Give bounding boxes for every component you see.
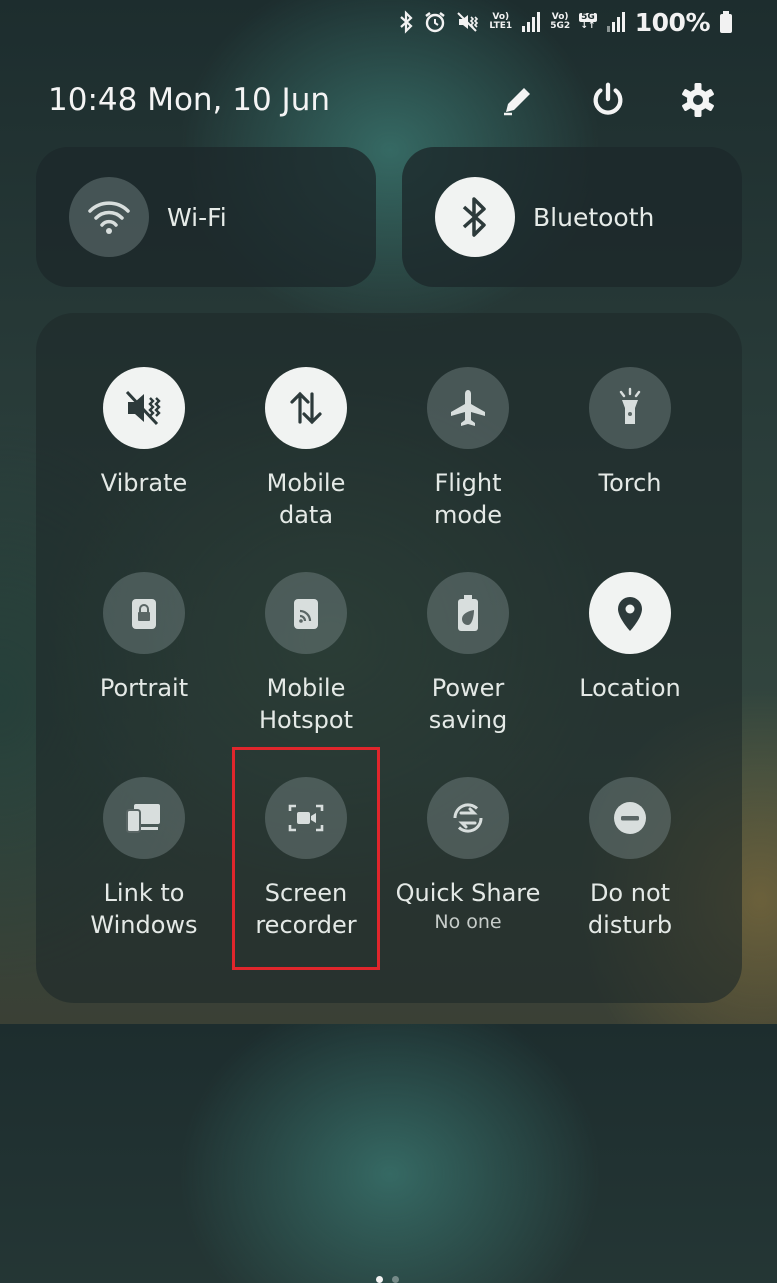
quick-settings-panel: Vibrate Mobile data Flight mode Torch Po…: [36, 313, 742, 1283]
portrait-lock-icon: [132, 599, 156, 629]
settings-button[interactable]: [679, 78, 717, 122]
bluetooth-label: Bluetooth: [533, 202, 655, 232]
flight-mode-label: Flight mode: [433, 469, 503, 529]
wifi-toggle[interactable]: [69, 177, 149, 257]
status-bar: Vo) LTE1 Vo) 5G2 5G ↓↑ 100%: [398, 7, 733, 37]
network-5g-badge: 5G ↓↑: [579, 12, 597, 31]
tile-mobile-data[interactable]: Mobile data: [225, 367, 387, 531]
page-dot-2[interactable]: [392, 1276, 399, 1283]
tile-location[interactable]: Location: [549, 572, 711, 704]
battery-percentage: 100%: [634, 7, 711, 37]
bluetooth-toggle[interactable]: [435, 177, 515, 257]
mobile-hotspot-label: Mobile Hotspot: [259, 674, 353, 734]
mobile-data-label: Mobile data: [266, 469, 346, 529]
bluetooth-tile[interactable]: Bluetooth: [402, 147, 742, 287]
torch-toggle[interactable]: [589, 367, 671, 449]
wifi-label: Wi-Fi: [167, 202, 227, 232]
wifi-icon: [88, 201, 130, 234]
vibrate-toggle[interactable]: [103, 367, 185, 449]
power-button[interactable]: [589, 78, 627, 122]
torch-icon: [619, 387, 641, 424]
portrait-label: Portrait: [99, 674, 189, 702]
location-toggle[interactable]: [589, 572, 671, 654]
pencil-icon: [504, 88, 530, 116]
power-saving-label: Power saving: [428, 674, 508, 734]
mute-vibrate-status-icon: [457, 12, 479, 32]
quick-share-toggle[interactable]: [427, 777, 509, 859]
flight-mode-toggle[interactable]: [427, 367, 509, 449]
tile-do-not-disturb[interactable]: Do not disturb: [549, 777, 711, 941]
tile-power-saving[interactable]: Power saving: [387, 572, 549, 736]
gear-icon: [682, 83, 714, 117]
header-actions: [499, 78, 717, 122]
tile-quick-share[interactable]: Quick Share No one: [387, 777, 549, 933]
edit-button[interactable]: [499, 78, 537, 122]
airplane-icon: [451, 390, 485, 426]
signal-sim1-icon: [522, 12, 541, 32]
tile-link-to-windows[interactable]: Link to Windows: [63, 777, 225, 941]
battery-icon: [720, 11, 732, 33]
date-time: 10:48 Mon, 10 Jun: [48, 82, 330, 118]
bluetooth-status-icon: [400, 10, 413, 34]
vibrate-label: Vibrate: [100, 469, 188, 497]
highlight-box: [232, 747, 380, 970]
wifi-tile[interactable]: Wi-Fi: [36, 147, 376, 287]
sim1-label: Vo) LTE1: [489, 12, 513, 31]
location-label: Location: [579, 674, 681, 702]
tile-mobile-hotspot[interactable]: Mobile Hotspot: [225, 572, 387, 736]
hotspot-icon: [294, 599, 318, 629]
page-indicator[interactable]: [376, 1276, 399, 1283]
link-to-windows-icon: [126, 804, 160, 833]
tile-portrait[interactable]: Portrait: [63, 572, 225, 704]
signal-sim2-icon: [606, 12, 625, 32]
mobile-data-icon: [290, 391, 322, 425]
power-saving-toggle[interactable]: [427, 572, 509, 654]
quick-share-icon: [453, 803, 483, 833]
bluetooth-icon: [462, 197, 486, 237]
link-to-windows-toggle[interactable]: [103, 777, 185, 859]
do-not-disturb-icon: [614, 802, 646, 834]
do-not-disturb-toggle[interactable]: [589, 777, 671, 859]
link-to-windows-label: Link to Windows: [90, 879, 198, 939]
torch-label: Torch: [598, 469, 662, 497]
mobile-data-toggle[interactable]: [265, 367, 347, 449]
sim2-label: Vo) 5G2: [550, 12, 571, 31]
vibrate-icon: [125, 390, 161, 426]
quick-share-label: Quick Share: [395, 879, 541, 907]
quick-share-sublabel: No one: [434, 911, 502, 933]
do-not-disturb-label: Do not disturb: [587, 879, 673, 939]
page-dot-1[interactable]: [376, 1276, 383, 1283]
tile-flight-mode[interactable]: Flight mode: [387, 367, 549, 531]
portrait-toggle[interactable]: [103, 572, 185, 654]
location-icon: [618, 597, 642, 631]
tile-vibrate[interactable]: Vibrate: [63, 367, 225, 499]
power-saving-icon: [458, 595, 478, 631]
tile-torch[interactable]: Torch: [549, 367, 711, 499]
power-icon: [593, 82, 623, 115]
alarm-icon: [425, 12, 446, 33]
mobile-hotspot-toggle[interactable]: [265, 572, 347, 654]
